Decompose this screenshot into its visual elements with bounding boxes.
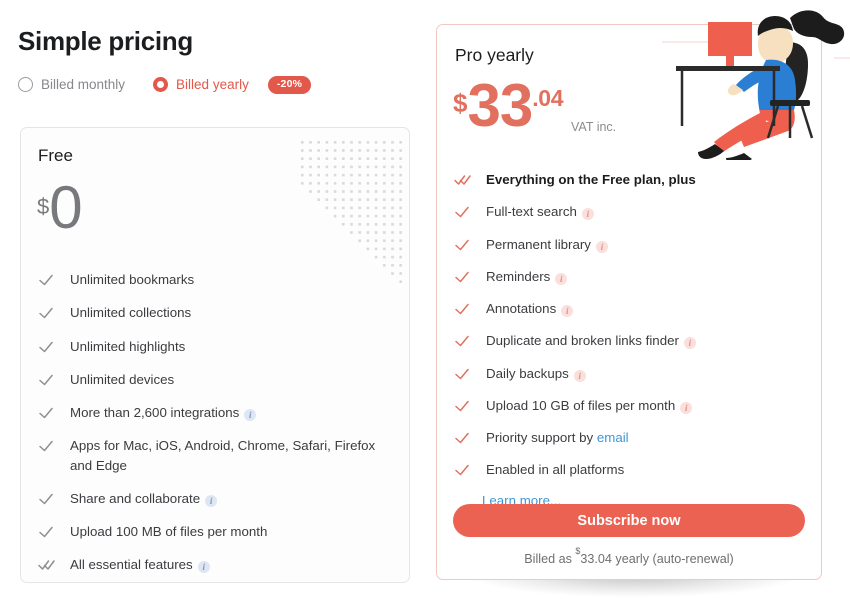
- pricing-card-free: Free $ 0 Unlimited bookmarks Unlimited co…: [20, 127, 410, 583]
- info-icon[interactable]: i: [680, 401, 693, 414]
- page-title: Simple pricing: [18, 26, 193, 56]
- double-check-icon: [454, 175, 471, 185]
- check-icon: [39, 526, 53, 538]
- feature-label: Upload 100 MB of files per month: [70, 524, 268, 540]
- discount-badge: -20%: [267, 76, 312, 94]
- feature-item: Reminders i: [454, 267, 807, 286]
- feature-label: Unlimited devices: [70, 371, 175, 387]
- pro-plan-feature-list: Everything on the Free plan, plus Full-te…: [454, 170, 807, 493]
- info-icon[interactable]: i: [683, 337, 696, 350]
- pro-price-cents: .04: [532, 85, 564, 111]
- info-icon[interactable]: i: [561, 305, 574, 318]
- feature-item: More than 2,600 integrations i: [38, 403, 395, 422]
- feature-item: Everything on the Free plan, plus: [454, 170, 807, 189]
- radio-billed-monthly[interactable]: Billed monthly: [18, 77, 126, 93]
- free-price-currency: $: [37, 194, 50, 219]
- feature-item: Duplicate and broken links finder i: [454, 331, 807, 350]
- pro-price-amount: 33: [467, 72, 533, 139]
- info-icon[interactable]: i: [197, 561, 210, 574]
- feature-item: Upload 100 MB of files per month: [38, 522, 395, 541]
- feature-item: Priority support by email: [454, 428, 807, 447]
- feature-item: Unlimited highlights: [38, 337, 395, 356]
- check-icon: [39, 407, 53, 419]
- feature-label: Share and collaborate i: [70, 489, 395, 508]
- free-price-amount: 0: [49, 174, 82, 241]
- check-icon: [39, 441, 53, 452]
- pro-plan-price: $ 33 .04: [453, 72, 564, 139]
- feature-label: Annotations i: [486, 299, 807, 318]
- billing-period-toggle[interactable]: Billed monthly Billed yearly -20%: [18, 76, 312, 94]
- feature-item: Permanent library i: [454, 235, 807, 254]
- check-icon: [39, 341, 53, 352]
- feature-item: Apps for Mac, iOS, Android, Chrome, Safa…: [38, 436, 395, 475]
- check-icon: [39, 308, 53, 319]
- vat-note: VAT inc.: [571, 120, 617, 134]
- dot-pattern-decoration: [301, 141, 402, 283]
- free-plan-price: $ 0: [37, 174, 83, 241]
- check-icon: [455, 207, 469, 218]
- check-icon: [39, 493, 53, 505]
- radio-billed-monthly-label: Billed monthly: [41, 77, 126, 93]
- check-icon: [455, 239, 469, 250]
- billed-note-prefix: Billed as: [524, 552, 576, 567]
- feature-label: Everything on the Free plan, plus: [486, 172, 696, 187]
- check-icon: [455, 400, 469, 412]
- check-icon: [455, 432, 469, 444]
- check-icon: [39, 374, 53, 386]
- double-check-icon: [38, 560, 55, 571]
- feature-item: Unlimited bookmarks: [38, 270, 395, 289]
- feature-item: Unlimited collections: [38, 303, 395, 322]
- info-icon[interactable]: i: [205, 494, 218, 507]
- billed-note-suffix: 33.04 yearly (auto-renewal): [580, 552, 734, 567]
- feature-item: Daily backups i: [454, 364, 807, 383]
- feature-label: More than 2,600 integrations i: [70, 403, 395, 422]
- feature-label: Unlimited collections: [70, 305, 192, 321]
- feature-label: Priority support by email: [486, 430, 629, 446]
- radio-billed-yearly[interactable]: Billed yearly -20%: [153, 76, 312, 94]
- feature-label: Enabled in all platforms: [486, 462, 625, 478]
- feature-item: Annotations i: [454, 299, 807, 318]
- feature-item: Enabled in all platforms: [454, 460, 807, 479]
- pro-price-currency: $: [453, 88, 468, 118]
- check-icon: [455, 368, 469, 379]
- feature-label: All essential features i: [70, 555, 395, 574]
- feature-label: Full-text search i: [486, 202, 807, 221]
- feature-item: Unlimited devices: [38, 370, 395, 389]
- check-icon: [455, 465, 469, 476]
- check-icon: [455, 271, 469, 283]
- check-icon: [455, 336, 469, 347]
- billed-note: Billed as $33.04 yearly (auto-renewal): [437, 546, 821, 567]
- info-icon[interactable]: i: [573, 369, 586, 382]
- feature-label: Unlimited highlights: [70, 338, 186, 354]
- check-icon: [39, 274, 53, 286]
- info-icon[interactable]: i: [595, 240, 608, 253]
- feature-item: Upload 10 GB of files per month i: [454, 396, 807, 415]
- feature-label: Daily backups i: [486, 364, 807, 383]
- feature-label: Permanent library i: [486, 235, 807, 254]
- subscribe-button[interactable]: Subscribe now: [453, 504, 805, 537]
- feature-label: Unlimited bookmarks: [70, 272, 195, 287]
- feature-label: Apps for Mac, iOS, Android, Chrome, Safa…: [70, 438, 376, 473]
- info-icon[interactable]: i: [555, 272, 568, 285]
- check-icon: [455, 303, 469, 315]
- info-icon[interactable]: i: [581, 208, 594, 221]
- radio-unselected-icon[interactable]: [18, 77, 33, 93]
- free-plan-name: Free: [38, 146, 73, 165]
- info-icon[interactable]: i: [244, 409, 257, 422]
- feature-label: Reminders i: [486, 267, 807, 286]
- billed-note-currency: $: [575, 545, 581, 556]
- feature-item: Full-text search i: [454, 202, 807, 221]
- feature-item: All essential features i: [38, 555, 395, 574]
- feature-item: Share and collaborate i: [38, 489, 395, 508]
- radio-billed-yearly-label: Billed yearly: [176, 77, 249, 93]
- pro-plan-name: Pro yearly: [455, 45, 534, 65]
- feature-label: Duplicate and broken links finder i: [486, 331, 807, 350]
- free-plan-feature-list: Unlimited bookmarks Unlimited collections…: [38, 270, 395, 582]
- radio-selected-icon[interactable]: [153, 77, 169, 93]
- email-support-link[interactable]: email: [597, 430, 629, 445]
- pricing-card-pro: Pro yearly $ 33 .04 VAT inc. Everything …: [436, 24, 822, 580]
- feature-label: Upload 10 GB of files per month i: [486, 396, 807, 415]
